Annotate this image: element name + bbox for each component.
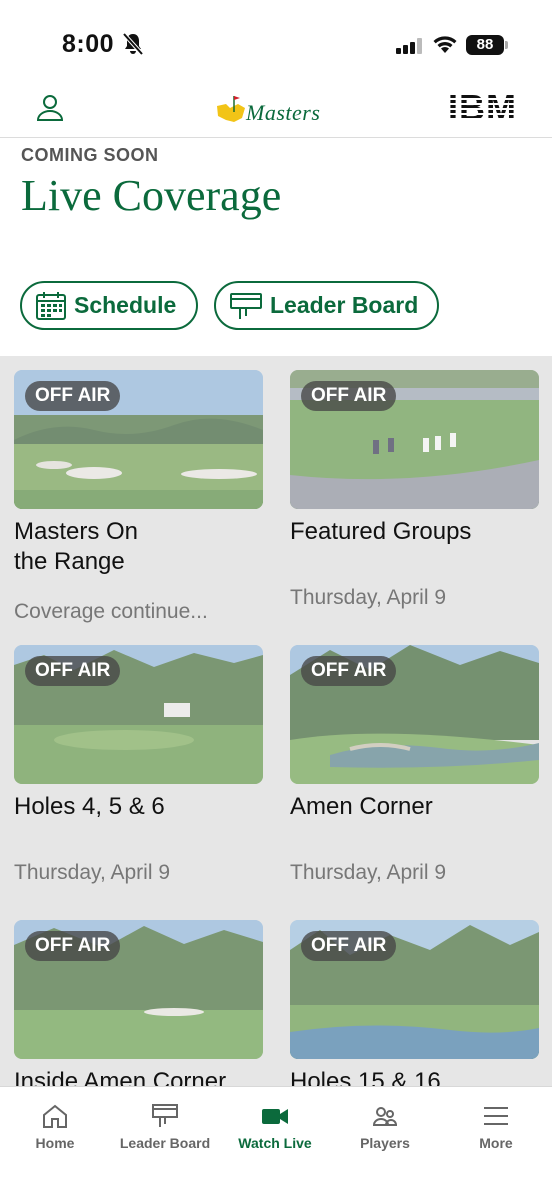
- nav-leaderboard[interactable]: Leader Board: [110, 1087, 220, 1167]
- channel-subtitle: Thursday, April 9: [290, 861, 447, 884]
- players-icon: [372, 1107, 398, 1126]
- wifi-icon: [433, 36, 457, 53]
- off-air-badge: OFF AIR: [25, 381, 121, 411]
- channel-card[interactable]: OFF AIR Featured Groups Thursday, April …: [290, 370, 539, 630]
- channel-thumbnail: OFF AIR: [290, 370, 539, 509]
- bottom-nav: Home Leader Board Watch Live Players Mor…: [0, 1086, 552, 1200]
- nav-label: More: [479, 1135, 513, 1151]
- nav-watch-live[interactable]: Watch Live: [220, 1087, 330, 1167]
- channel-title: Holes 15 & 16: [290, 1068, 441, 1087]
- off-air-badge: OFF AIR: [301, 656, 397, 686]
- off-air-badge: OFF AIR: [25, 656, 121, 686]
- coming-soon-label: COMING SOON: [21, 145, 159, 165]
- channel-title: Inside Amen Corner: [14, 1068, 227, 1087]
- profile-icon[interactable]: [35, 92, 65, 122]
- channel-thumbnail: OFF AIR: [290, 920, 539, 1059]
- battery-cap: [505, 41, 508, 49]
- schedule-button-label: Schedule: [74, 292, 177, 318]
- calendar-icon: [36, 291, 66, 320]
- off-air-badge: OFF AIR: [301, 931, 397, 961]
- leaderboard-button-label: Leader Board: [270, 292, 419, 318]
- status-time: 8:00: [62, 30, 115, 58]
- app-header: Masters IBM: [0, 80, 552, 138]
- masters-wordmark: Masters: [246, 100, 321, 125]
- nav-more[interactable]: More: [440, 1087, 552, 1167]
- battery-indicator: 88: [466, 35, 504, 55]
- channel-title: Amen Corner: [290, 793, 433, 820]
- nav-label: Leader Board: [119, 1135, 211, 1151]
- schedule-button[interactable]: Schedule: [20, 281, 198, 330]
- nav-label: Watch Live: [238, 1135, 312, 1151]
- channel-card[interactable]: OFF AIR Inside Amen Corner: [14, 920, 263, 1087]
- augusta-map-icon: [217, 96, 245, 122]
- channel-title: Masters On the Range: [14, 518, 139, 575]
- leaderboard-button[interactable]: Leader Board: [214, 281, 439, 330]
- cellular-signal-icon: [396, 38, 422, 54]
- nav-label: Home: [35, 1135, 75, 1151]
- menu-icon: [484, 1107, 508, 1125]
- channel-title: Holes 4, 5 & 6: [14, 793, 165, 820]
- masters-logo[interactable]: Masters: [214, 92, 339, 128]
- leaderboard-icon: [152, 1104, 178, 1127]
- off-air-badge: OFF AIR: [25, 931, 121, 961]
- video-camera-icon: [262, 1109, 288, 1124]
- nav-players[interactable]: Players: [330, 1087, 440, 1167]
- status-bar: 8:00 88: [0, 0, 552, 80]
- channel-thumbnail: OFF AIR: [290, 645, 539, 784]
- channel-card[interactable]: OFF AIR Amen Corner Thursday, April 9: [290, 645, 539, 905]
- channel-subtitle: Thursday, April 9: [14, 861, 171, 884]
- page-title: Live Coverage: [21, 171, 282, 220]
- home-icon: [43, 1104, 67, 1128]
- channel-card[interactable]: OFF AIR Holes 4, 5 & 6 Thursday, April 9: [14, 645, 263, 905]
- channel-card[interactable]: OFF AIR Holes 15 & 16: [290, 920, 539, 1087]
- ibm-logo: IBM: [448, 87, 517, 128]
- channel-subtitle: Thursday, April 9: [290, 586, 447, 609]
- channel-thumbnail: OFF AIR: [14, 370, 263, 509]
- nav-label: Players: [360, 1135, 410, 1151]
- channel-card[interactable]: OFF AIR Masters On the Range Coverage co…: [14, 370, 263, 630]
- bell-off-icon: [122, 32, 144, 56]
- channel-grid: OFF AIR Masters On the Range Coverage co…: [0, 356, 552, 1087]
- off-air-badge: OFF AIR: [301, 381, 397, 411]
- channel-thumbnail: OFF AIR: [14, 645, 263, 784]
- leaderboard-icon: [230, 292, 262, 319]
- channel-title: Featured Groups: [290, 518, 472, 545]
- channel-subtitle: Coverage continue...: [14, 600, 208, 623]
- nav-home[interactable]: Home: [0, 1087, 110, 1167]
- channel-thumbnail: OFF AIR: [14, 920, 263, 1059]
